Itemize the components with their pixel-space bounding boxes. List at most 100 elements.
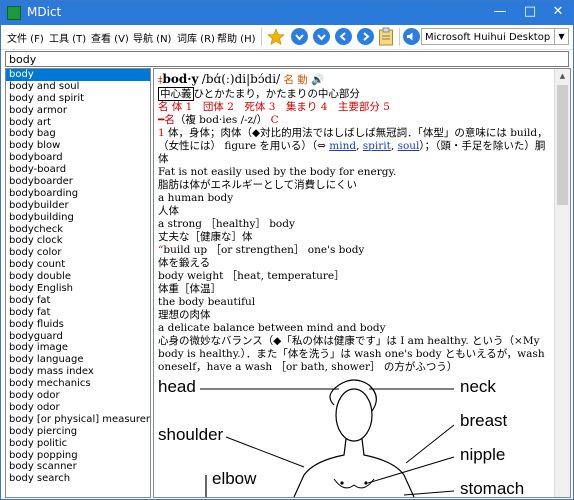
list-item[interactable]: body image [6,342,150,354]
definition-pane[interactable]: ‡bod·y /bɑ́(ː)di|bɔ́di/ 名 動 🔊 中心義 ひとかたまり，… [153,68,571,498]
list-item[interactable]: body count [6,259,150,271]
label-shoulder: shoulder [158,425,224,444]
menu-dictionary[interactable]: 词库 (R) [177,30,215,45]
main-window: MDict — □ ✕ 文件 (F) 工具 (T) 查看 (V) 导航 (N) … [0,0,574,500]
scroll-thumb[interactable] [557,85,568,205]
window-title: MDict [27,5,62,19]
example-en: the body beautiful [158,296,256,308]
body-illustration: head neck shoulder breast nipple elbow s… [154,375,554,497]
example-ja: 丈夫な［健康な］体 [158,231,253,243]
list-item[interactable]: body and soul [6,81,150,93]
list-item[interactable]: body fluids [6,319,150,331]
scrollbar[interactable]: ▲ [554,69,570,497]
example-en: body weight ［heat, temperature］ [158,270,345,282]
label-nipple: nipple [460,445,506,464]
list-item[interactable]: body armor [6,105,150,117]
dictionary-entry: ‡bod·y /bɑ́(ː)di|bɔ́di/ 名 動 🔊 中心義 ひとかたまり，… [158,73,554,374]
list-item[interactable]: body bag [6,128,150,140]
list-item[interactable]: body odor [6,390,150,402]
core-meaning: ひとかたまり，かたまりの中心部分 [193,88,360,100]
link-mind[interactable]: mind [329,140,356,152]
list-item[interactable]: body clock [6,235,150,247]
link-spirit[interactable]: spirit [363,140,391,152]
list-item[interactable]: bodyguard [6,331,150,343]
toolbar-separator [399,28,400,46]
audio-icon[interactable]: 🔊 [311,74,324,86]
maximize-icon[interactable]: □ [515,1,545,25]
toolbar-separator [261,28,262,46]
list-item[interactable]: body-board [6,164,150,176]
example-en: Fat is not easily used by the body for e… [158,166,397,178]
menu-toolbar: 文件 (F) 工具 (T) 查看 (V) 导航 (N) 词库 (R) 帮助 (H… [1,25,573,50]
label-stomach: stomach [460,479,525,498]
down-arrow-icon[interactable] [313,28,330,45]
example-ja: 人体 [158,205,179,217]
menu-view[interactable]: 查看 (V) [91,30,129,45]
example-ja: 心身の微妙なバランス（◆「私の体は健康です」は I am healthy. とい… [158,335,545,373]
speaker-icon[interactable] [403,28,420,45]
list-item[interactable]: body mass index [6,366,150,378]
list-item[interactable]: bodybuilding [6,212,150,224]
list-item[interactable]: body art [6,117,150,129]
list-item[interactable]: body search [6,473,150,485]
list-item[interactable]: body fat [6,295,150,307]
list-item[interactable]: body language [6,354,150,366]
list-item[interactable]: body politic [6,438,150,450]
pronunciation: /bɑ́(ː)di|bɔ́di/ [201,72,281,86]
back-icon[interactable] [335,28,352,45]
list-item[interactable]: body mechanics [6,378,150,390]
star-icon[interactable] [267,28,285,46]
list-item[interactable]: body popping [6,450,150,462]
dictionary-select[interactable]: Microsoft Huihui Desktop - C [421,28,555,45]
menu-navigate[interactable]: 导航 (N) [133,30,171,45]
plural-form: （複 bod·ies /-z/） [174,114,268,126]
list-item[interactable]: body fat [6,307,150,319]
list-item[interactable]: body scanner [6,461,150,473]
example-en: build up ［or strengthen］ one's body [163,244,365,256]
list-item[interactable]: bodybuilder [6,200,150,212]
scroll-up-icon[interactable]: ▲ [555,69,570,84]
example-ja: 理想の肉体 [158,309,211,321]
search-input[interactable]: body [5,51,569,67]
list-item[interactable]: body color [6,247,150,259]
list-item[interactable]: body piercing [6,426,150,438]
list-item[interactable]: body [6,69,150,81]
example-ja: 体重［体温］ [158,283,221,295]
list-item[interactable]: bodyboard [6,152,150,164]
forward-icon[interactable] [357,28,374,45]
example-en: a delicate balance between mind and body [158,322,386,334]
list-item[interactable]: bodyboarding [6,188,150,200]
example-ja: 体を鍛える [158,257,211,269]
example-en: a strong ［healthy］ body [158,218,295,230]
list-item[interactable]: bodycheck [6,224,150,236]
down-arrow-icon[interactable] [291,28,308,45]
title-bar[interactable]: MDict — □ ✕ [1,1,573,25]
label-breast: breast [460,411,508,430]
sense-number: 1 [158,127,165,139]
noun-label: ━名 [158,114,175,126]
list-item[interactable]: body double [6,271,150,283]
senses-summary: 名 体 1 団体 2 死体 3 集まり 4 主要部分 5 [158,101,390,113]
word-list[interactable]: body body and soul body and spirit body arm… [5,68,151,498]
list-item[interactable]: bodyboarder [6,176,150,188]
example-ja: 脂肪は体がエネルギーとして消費しにくい [158,179,357,191]
list-item[interactable]: body [or physical] measurement [6,414,150,426]
list-item[interactable]: body and spirit [6,93,150,105]
headword: bod·y [162,72,199,86]
link-soul[interactable]: soul [398,140,420,152]
list-item[interactable]: body English [6,283,150,295]
menu-help[interactable]: 帮助 (H) [217,30,256,45]
countable-label: C [270,114,279,126]
clipboard-icon[interactable] [378,27,394,46]
menu-file[interactable]: 文件 (F) [7,30,44,45]
list-item[interactable]: body odor [6,402,150,414]
minimize-icon[interactable]: — [485,1,515,25]
app-icon [7,6,21,20]
part-of-speech: 名 動 [283,74,308,86]
label-head: head [158,377,196,396]
list-item[interactable]: body blow [6,140,150,152]
label-elbow: elbow [212,469,257,488]
close-icon[interactable]: ✕ [543,1,573,25]
menu-tools[interactable]: 工具 (T) [49,30,86,45]
chevron-down-icon[interactable]: ▼ [555,28,569,45]
